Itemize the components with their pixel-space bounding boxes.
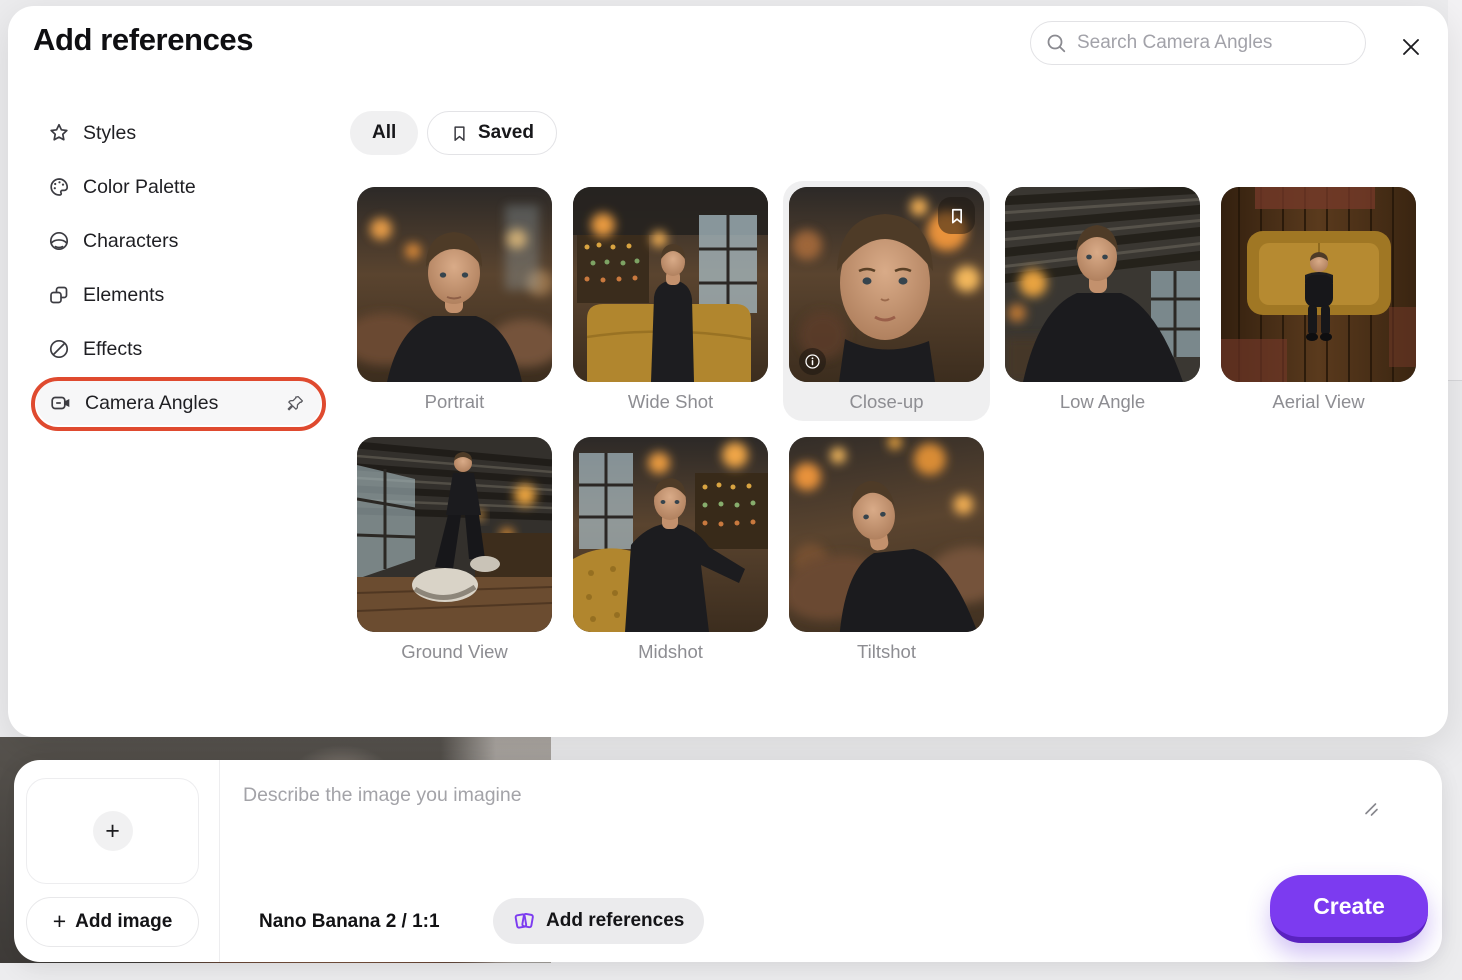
composer-divider (219, 760, 220, 962)
tab-all[interactable]: All (350, 111, 419, 155)
background-panel-edge (1448, 0, 1462, 381)
sidebar-item-color-palette[interactable]: Color Palette (32, 165, 212, 209)
stacked-cards-icon (513, 910, 536, 933)
image-upload-dropzone[interactable]: + (26, 778, 199, 884)
model-selector[interactable]: Nano Banana 2 / 1:1 (259, 911, 440, 933)
add-references-button[interactable]: Add references (493, 898, 705, 944)
reference-image (1221, 187, 1416, 382)
star-icon (48, 122, 70, 144)
plus-icon[interactable]: + (92, 811, 133, 851)
reference-image (789, 187, 984, 382)
reference-card-ground-view[interactable]: Ground View (357, 437, 552, 687)
slashed-circle-icon (48, 338, 70, 360)
reference-image (1005, 187, 1200, 382)
reference-card-wide-shot[interactable]: Wide Shot (573, 187, 768, 437)
reference-card-label: Portrait (424, 391, 485, 412)
sidebar-item-label: Characters (83, 229, 179, 252)
reference-card-low-angle[interactable]: Low Angle (1005, 187, 1200, 437)
info-badge[interactable] (799, 348, 826, 375)
reference-card-label: Ground View (401, 641, 508, 662)
reference-card-label: Aerial View (1272, 391, 1365, 412)
search-icon (1045, 32, 1067, 54)
add-references-label: Add references (546, 910, 685, 931)
reference-image (357, 187, 552, 382)
reference-card-label: Midshot (638, 641, 703, 662)
reference-card-portrait[interactable]: Portrait (357, 187, 552, 437)
reference-card-tiltshot[interactable]: Tiltshot (789, 437, 984, 687)
search-box[interactable] (1030, 21, 1366, 65)
sidebar-item-label: Effects (83, 337, 143, 360)
info-icon (803, 352, 822, 371)
sidebar-item-camera-angles[interactable]: Camera Angles (36, 381, 321, 425)
add-references-modal: Add references Styles Color Palette Char… (8, 6, 1448, 737)
reference-image (573, 187, 768, 382)
reference-image (357, 437, 552, 632)
sidebar-item-label: Elements (83, 283, 165, 306)
tab-saved[interactable]: Saved (427, 111, 557, 155)
palette-icon (48, 176, 70, 198)
reference-card-label: Low Angle (1059, 391, 1146, 412)
reference-image (789, 437, 984, 632)
prompt-input[interactable] (243, 784, 1323, 888)
reference-card-label: Wide Shot (627, 391, 714, 412)
reference-card-midshot[interactable]: Midshot (573, 437, 768, 687)
tab-all-label: All (372, 122, 397, 143)
reference-grid: Portrait Wide Shot Close-up Low Angle Ae… (357, 181, 1416, 687)
bookmark-badge[interactable] (938, 197, 975, 234)
sidebar-item-elements[interactable]: Elements (32, 273, 180, 317)
add-image-label: Add image (75, 911, 173, 932)
resize-handle-icon[interactable] (1362, 800, 1380, 818)
page-title: Add references (33, 22, 254, 57)
overlapping-shapes-icon (48, 284, 70, 306)
close-button[interactable] (1394, 30, 1428, 64)
reference-card-label: Close-up (849, 391, 924, 412)
add-image-button[interactable]: + Add image (26, 897, 199, 947)
tab-saved-label: Saved (478, 122, 534, 143)
create-button[interactable]: Create (1270, 875, 1428, 943)
sidebar-item-characters[interactable]: Characters (32, 219, 194, 263)
character-face-icon (48, 230, 70, 252)
sidebar-item-effects[interactable]: Effects (32, 327, 158, 371)
sidebar-item-label: Color Palette (83, 175, 196, 198)
sidebar-item-label: Styles (83, 121, 137, 144)
reference-image (573, 437, 768, 632)
bookmark-icon (450, 124, 469, 143)
close-icon (1399, 35, 1423, 59)
reference-card-aerial-view[interactable]: Aerial View (1221, 187, 1416, 437)
reference-card-label: Tiltshot (857, 641, 916, 662)
composer-bar: + + Add image Nano Banana 2 / 1:1 Add re… (14, 760, 1442, 962)
sidebar-item-label: Camera Angles (85, 391, 219, 414)
pin-icon[interactable] (286, 394, 305, 413)
plus-icon: + (52, 907, 67, 934)
video-camera-icon (50, 392, 72, 414)
reference-card-close-up[interactable]: Close-up (783, 181, 990, 437)
bookmark-icon (947, 206, 967, 226)
sidebar-item-styles[interactable]: Styles (32, 111, 152, 155)
search-input[interactable] (1077, 32, 1351, 54)
